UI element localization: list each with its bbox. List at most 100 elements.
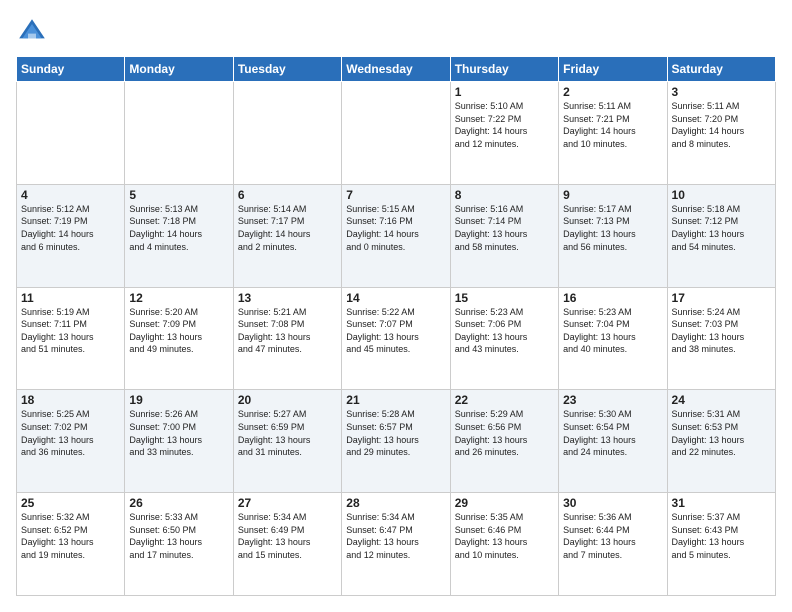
calendar-cell: 28Sunrise: 5:34 AMSunset: 6:47 PMDayligh… [342, 493, 450, 596]
day-number: 19 [129, 393, 228, 407]
day-number: 26 [129, 496, 228, 510]
calendar-cell: 6Sunrise: 5:14 AMSunset: 7:17 PMDaylight… [233, 184, 341, 287]
day-number: 6 [238, 188, 337, 202]
day-number: 24 [672, 393, 771, 407]
day-number: 28 [346, 496, 445, 510]
day-number: 29 [455, 496, 554, 510]
day-info: Sunrise: 5:11 AMSunset: 7:21 PMDaylight:… [563, 100, 662, 150]
day-number: 1 [455, 85, 554, 99]
calendar-week-2: 4Sunrise: 5:12 AMSunset: 7:19 PMDaylight… [17, 184, 776, 287]
calendar-week-5: 25Sunrise: 5:32 AMSunset: 6:52 PMDayligh… [17, 493, 776, 596]
calendar-cell: 4Sunrise: 5:12 AMSunset: 7:19 PMDaylight… [17, 184, 125, 287]
calendar-cell: 14Sunrise: 5:22 AMSunset: 7:07 PMDayligh… [342, 287, 450, 390]
day-info: Sunrise: 5:12 AMSunset: 7:19 PMDaylight:… [21, 203, 120, 253]
calendar-table: SundayMondayTuesdayWednesdayThursdayFrid… [16, 56, 776, 596]
calendar-cell: 7Sunrise: 5:15 AMSunset: 7:16 PMDaylight… [342, 184, 450, 287]
calendar-cell: 8Sunrise: 5:16 AMSunset: 7:14 PMDaylight… [450, 184, 558, 287]
day-number: 4 [21, 188, 120, 202]
day-number: 5 [129, 188, 228, 202]
calendar-week-4: 18Sunrise: 5:25 AMSunset: 7:02 PMDayligh… [17, 390, 776, 493]
day-number: 2 [563, 85, 662, 99]
day-info: Sunrise: 5:33 AMSunset: 6:50 PMDaylight:… [129, 511, 228, 561]
day-info: Sunrise: 5:18 AMSunset: 7:12 PMDaylight:… [672, 203, 771, 253]
day-number: 15 [455, 291, 554, 305]
day-number: 31 [672, 496, 771, 510]
calendar-cell: 15Sunrise: 5:23 AMSunset: 7:06 PMDayligh… [450, 287, 558, 390]
day-number: 23 [563, 393, 662, 407]
day-info: Sunrise: 5:14 AMSunset: 7:17 PMDaylight:… [238, 203, 337, 253]
calendar-cell: 16Sunrise: 5:23 AMSunset: 7:04 PMDayligh… [559, 287, 667, 390]
calendar-cell: 2Sunrise: 5:11 AMSunset: 7:21 PMDaylight… [559, 82, 667, 185]
day-info: Sunrise: 5:11 AMSunset: 7:20 PMDaylight:… [672, 100, 771, 150]
calendar-cell: 19Sunrise: 5:26 AMSunset: 7:00 PMDayligh… [125, 390, 233, 493]
day-info: Sunrise: 5:23 AMSunset: 7:04 PMDaylight:… [563, 306, 662, 356]
calendar-cell: 24Sunrise: 5:31 AMSunset: 6:53 PMDayligh… [667, 390, 775, 493]
calendar-cell: 22Sunrise: 5:29 AMSunset: 6:56 PMDayligh… [450, 390, 558, 493]
day-number: 18 [21, 393, 120, 407]
calendar-cell: 25Sunrise: 5:32 AMSunset: 6:52 PMDayligh… [17, 493, 125, 596]
day-info: Sunrise: 5:31 AMSunset: 6:53 PMDaylight:… [672, 408, 771, 458]
day-number: 10 [672, 188, 771, 202]
calendar-week-1: 1Sunrise: 5:10 AMSunset: 7:22 PMDaylight… [17, 82, 776, 185]
day-info: Sunrise: 5:19 AMSunset: 7:11 PMDaylight:… [21, 306, 120, 356]
day-number: 20 [238, 393, 337, 407]
day-number: 27 [238, 496, 337, 510]
day-info: Sunrise: 5:22 AMSunset: 7:07 PMDaylight:… [346, 306, 445, 356]
day-number: 22 [455, 393, 554, 407]
calendar-cell: 18Sunrise: 5:25 AMSunset: 7:02 PMDayligh… [17, 390, 125, 493]
day-info: Sunrise: 5:30 AMSunset: 6:54 PMDaylight:… [563, 408, 662, 458]
calendar-cell [125, 82, 233, 185]
day-number: 7 [346, 188, 445, 202]
calendar-cell: 23Sunrise: 5:30 AMSunset: 6:54 PMDayligh… [559, 390, 667, 493]
day-number: 30 [563, 496, 662, 510]
day-info: Sunrise: 5:13 AMSunset: 7:18 PMDaylight:… [129, 203, 228, 253]
day-number: 16 [563, 291, 662, 305]
day-info: Sunrise: 5:27 AMSunset: 6:59 PMDaylight:… [238, 408, 337, 458]
day-info: Sunrise: 5:36 AMSunset: 6:44 PMDaylight:… [563, 511, 662, 561]
day-number: 25 [21, 496, 120, 510]
day-info: Sunrise: 5:15 AMSunset: 7:16 PMDaylight:… [346, 203, 445, 253]
day-number: 8 [455, 188, 554, 202]
col-header-thursday: Thursday [450, 57, 558, 82]
calendar-cell: 10Sunrise: 5:18 AMSunset: 7:12 PMDayligh… [667, 184, 775, 287]
calendar-cell: 13Sunrise: 5:21 AMSunset: 7:08 PMDayligh… [233, 287, 341, 390]
col-header-friday: Friday [559, 57, 667, 82]
calendar-cell: 27Sunrise: 5:34 AMSunset: 6:49 PMDayligh… [233, 493, 341, 596]
day-info: Sunrise: 5:34 AMSunset: 6:47 PMDaylight:… [346, 511, 445, 561]
day-info: Sunrise: 5:26 AMSunset: 7:00 PMDaylight:… [129, 408, 228, 458]
calendar-cell: 29Sunrise: 5:35 AMSunset: 6:46 PMDayligh… [450, 493, 558, 596]
calendar-week-3: 11Sunrise: 5:19 AMSunset: 7:11 PMDayligh… [17, 287, 776, 390]
calendar-cell [17, 82, 125, 185]
day-info: Sunrise: 5:25 AMSunset: 7:02 PMDaylight:… [21, 408, 120, 458]
day-number: 21 [346, 393, 445, 407]
day-info: Sunrise: 5:20 AMSunset: 7:09 PMDaylight:… [129, 306, 228, 356]
col-header-sunday: Sunday [17, 57, 125, 82]
col-header-monday: Monday [125, 57, 233, 82]
day-number: 17 [672, 291, 771, 305]
calendar-cell: 12Sunrise: 5:20 AMSunset: 7:09 PMDayligh… [125, 287, 233, 390]
day-info: Sunrise: 5:35 AMSunset: 6:46 PMDaylight:… [455, 511, 554, 561]
day-info: Sunrise: 5:28 AMSunset: 6:57 PMDaylight:… [346, 408, 445, 458]
calendar-cell [342, 82, 450, 185]
page: SundayMondayTuesdayWednesdayThursdayFrid… [0, 0, 792, 612]
calendar-cell: 5Sunrise: 5:13 AMSunset: 7:18 PMDaylight… [125, 184, 233, 287]
calendar-cell: 11Sunrise: 5:19 AMSunset: 7:11 PMDayligh… [17, 287, 125, 390]
day-info: Sunrise: 5:37 AMSunset: 6:43 PMDaylight:… [672, 511, 771, 561]
day-number: 11 [21, 291, 120, 305]
day-info: Sunrise: 5:21 AMSunset: 7:08 PMDaylight:… [238, 306, 337, 356]
calendar-cell: 26Sunrise: 5:33 AMSunset: 6:50 PMDayligh… [125, 493, 233, 596]
day-number: 9 [563, 188, 662, 202]
day-info: Sunrise: 5:23 AMSunset: 7:06 PMDaylight:… [455, 306, 554, 356]
col-header-wednesday: Wednesday [342, 57, 450, 82]
header [16, 16, 776, 48]
logo-icon [16, 16, 48, 48]
day-number: 14 [346, 291, 445, 305]
day-info: Sunrise: 5:10 AMSunset: 7:22 PMDaylight:… [455, 100, 554, 150]
day-info: Sunrise: 5:24 AMSunset: 7:03 PMDaylight:… [672, 306, 771, 356]
calendar-cell: 3Sunrise: 5:11 AMSunset: 7:20 PMDaylight… [667, 82, 775, 185]
logo [16, 16, 52, 48]
calendar-cell: 30Sunrise: 5:36 AMSunset: 6:44 PMDayligh… [559, 493, 667, 596]
day-number: 13 [238, 291, 337, 305]
day-info: Sunrise: 5:17 AMSunset: 7:13 PMDaylight:… [563, 203, 662, 253]
day-info: Sunrise: 5:16 AMSunset: 7:14 PMDaylight:… [455, 203, 554, 253]
